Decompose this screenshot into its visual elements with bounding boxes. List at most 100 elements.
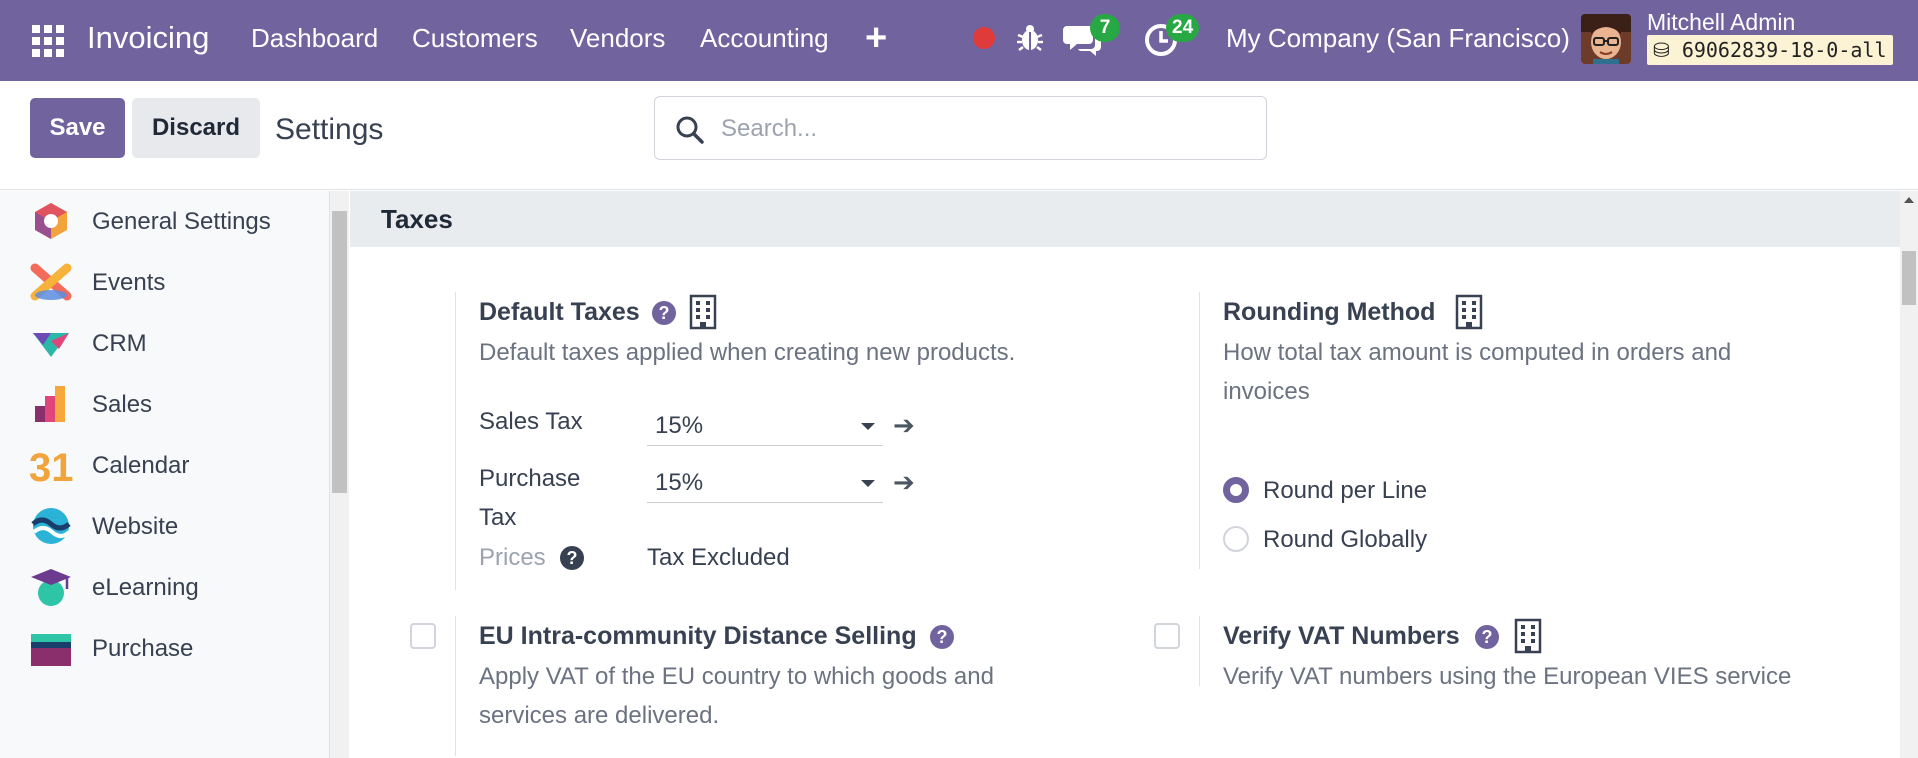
- purchase-tax-open-arrow-icon[interactable]: ➔: [893, 467, 915, 498]
- company-switcher[interactable]: My Company (San Francisco): [1226, 23, 1570, 54]
- sidebar-item-label: eLearning: [92, 574, 199, 601]
- sidebar-item-label: Calendar: [92, 452, 190, 479]
- default-taxes-description: Default taxes applied when creating new …: [479, 339, 1016, 366]
- eu-distance-selling-description-line2: services are delivered.: [479, 702, 720, 729]
- sidebar-item-elearning[interactable]: eLearning: [0, 557, 329, 617]
- calendar-icon: 31: [29, 446, 73, 485]
- database-name-badge: ⛁ 69062839-18-0-all: [1647, 35, 1893, 65]
- save-button[interactable]: Save: [30, 98, 125, 158]
- content-scrollbar-thumb[interactable]: [1902, 251, 1916, 305]
- page-title: Settings: [275, 113, 384, 146]
- purchase-tax-label-2: Tax: [479, 504, 517, 531]
- company-building-icon: [1514, 618, 1542, 654]
- setting-divider: [1199, 616, 1200, 686]
- round-per-line-radio[interactable]: [1223, 477, 1249, 503]
- user-avatar[interactable]: [1581, 14, 1631, 64]
- discard-button[interactable]: Discard: [132, 98, 260, 158]
- sidebar-scrollbar-thumb[interactable]: [332, 211, 347, 493]
- add-menu-button[interactable]: +: [865, 17, 887, 60]
- round-per-line-label[interactable]: Round per Line: [1263, 477, 1427, 505]
- chevron-down-icon: [861, 423, 875, 430]
- rounding-method-title: Rounding Method: [1223, 298, 1436, 326]
- svg-text:31: 31: [29, 446, 73, 485]
- sidebar-item-general-settings[interactable]: General Settings: [0, 191, 329, 251]
- chevron-down-icon: [861, 480, 875, 487]
- prices-value: Tax Excluded: [647, 544, 790, 571]
- help-icon[interactable]: ?: [652, 301, 676, 325]
- search-icon: [676, 116, 704, 144]
- settings-content: Taxes Default Taxes ? Default taxes appl…: [350, 191, 1900, 758]
- setting-divider: [455, 292, 456, 590]
- apps-menu-icon[interactable]: [32, 25, 64, 57]
- help-icon[interactable]: ?: [930, 625, 954, 649]
- sidebar-item-events[interactable]: Events: [0, 252, 329, 312]
- content-scrollbar[interactable]: [1900, 191, 1918, 758]
- elearning-icon: [31, 569, 71, 606]
- menu-accounting[interactable]: Accounting: [700, 23, 829, 54]
- purchase-tax-value: 15%: [655, 469, 704, 496]
- verify-vat-checkbox[interactable]: [1154, 623, 1180, 649]
- sidebar-item-label: Sales: [92, 391, 153, 418]
- sidebar-item-sales[interactable]: Sales: [0, 374, 329, 434]
- events-icon: [30, 263, 72, 301]
- top-navbar: Invoicing Dashboard Customers Vendors Ac…: [0, 0, 1918, 81]
- control-panel: Save Discard Settings: [0, 81, 1918, 190]
- round-globally-label[interactable]: Round Globally: [1263, 526, 1427, 554]
- verify-vat-description: Verify VAT numbers using the European VI…: [1223, 663, 1792, 690]
- eu-distance-selling-description-line1: Apply VAT of the EU country to which goo…: [479, 663, 994, 690]
- company-building-icon: [1455, 294, 1483, 330]
- app-name[interactable]: Invoicing: [87, 20, 209, 56]
- scroll-up-arrow-icon[interactable]: [1904, 197, 1914, 203]
- search-input[interactable]: [721, 109, 1241, 149]
- purchase-icon: [31, 634, 71, 666]
- user-name[interactable]: Mitchell Admin: [1647, 9, 1795, 36]
- round-globally-radio[interactable]: [1223, 526, 1249, 552]
- sales-tax-select[interactable]: 15%: [647, 406, 883, 446]
- activities-count-badge: 24: [1166, 14, 1200, 42]
- section-title: Taxes: [381, 204, 453, 234]
- recording-indicator-icon[interactable]: [973, 27, 995, 49]
- sales-icon: [35, 386, 65, 422]
- section-header: Taxes: [350, 191, 1900, 247]
- sidebar-item-label: General Settings: [92, 208, 271, 235]
- bug-icon[interactable]: [1016, 23, 1044, 53]
- messages-count-badge: 7: [1090, 14, 1120, 42]
- setting-divider: [455, 616, 456, 756]
- default-taxes-title: Default Taxes: [479, 298, 640, 326]
- menu-dashboard[interactable]: Dashboard: [251, 23, 378, 54]
- verify-vat-title: Verify VAT Numbers: [1223, 622, 1460, 650]
- rounding-method-description-line1: How total tax amount is computed in orde…: [1223, 339, 1732, 366]
- setting-divider: [1199, 292, 1200, 569]
- sidebar-scrollbar[interactable]: [330, 191, 349, 758]
- purchase-tax-select[interactable]: 15%: [647, 463, 883, 503]
- sidebar-item-purchase[interactable]: Purchase: [0, 618, 329, 678]
- help-icon[interactable]: ?: [1475, 625, 1499, 649]
- prices-label: Prices: [479, 544, 546, 571]
- purchase-tax-label: Purchase: [479, 465, 580, 493]
- menu-vendors[interactable]: Vendors: [570, 23, 665, 54]
- sidebar-item-label: Purchase: [92, 635, 194, 662]
- purchase-tax-label-line1: Purchase: [479, 465, 581, 492]
- sales-tax-value: 15%: [655, 412, 704, 439]
- sidebar-item-calendar[interactable]: 31 Calendar: [0, 435, 329, 495]
- crm-icon: [33, 333, 69, 357]
- sidebar-item-website[interactable]: Website: [0, 496, 329, 556]
- settings-sidebar: General Settings Events CRM Sales 31 Cal…: [0, 191, 330, 758]
- sidebar-item-label: CRM: [92, 330, 147, 357]
- database-name: 69062839-18-0-all: [1681, 38, 1887, 62]
- search-box[interactable]: [654, 96, 1267, 160]
- sidebar-item-crm[interactable]: CRM: [0, 313, 329, 373]
- sales-tax-label: Sales Tax: [479, 408, 583, 435]
- menu-customers[interactable]: Customers: [412, 23, 538, 54]
- rounding-method-description-line2: invoices: [1223, 378, 1310, 405]
- sidebar-item-label: Events: [92, 269, 166, 296]
- eu-distance-selling-title: EU Intra-community Distance Selling: [479, 622, 917, 650]
- company-building-icon: [689, 294, 717, 330]
- sales-tax-open-arrow-icon[interactable]: ➔: [893, 410, 915, 441]
- eu-distance-selling-checkbox[interactable]: [410, 623, 436, 649]
- sidebar-item-label: Website: [92, 513, 179, 540]
- general-settings-icon: [35, 203, 67, 239]
- website-icon: [31, 508, 71, 544]
- database-icon: ⛁: [1653, 38, 1670, 62]
- help-icon[interactable]: ?: [560, 546, 584, 570]
